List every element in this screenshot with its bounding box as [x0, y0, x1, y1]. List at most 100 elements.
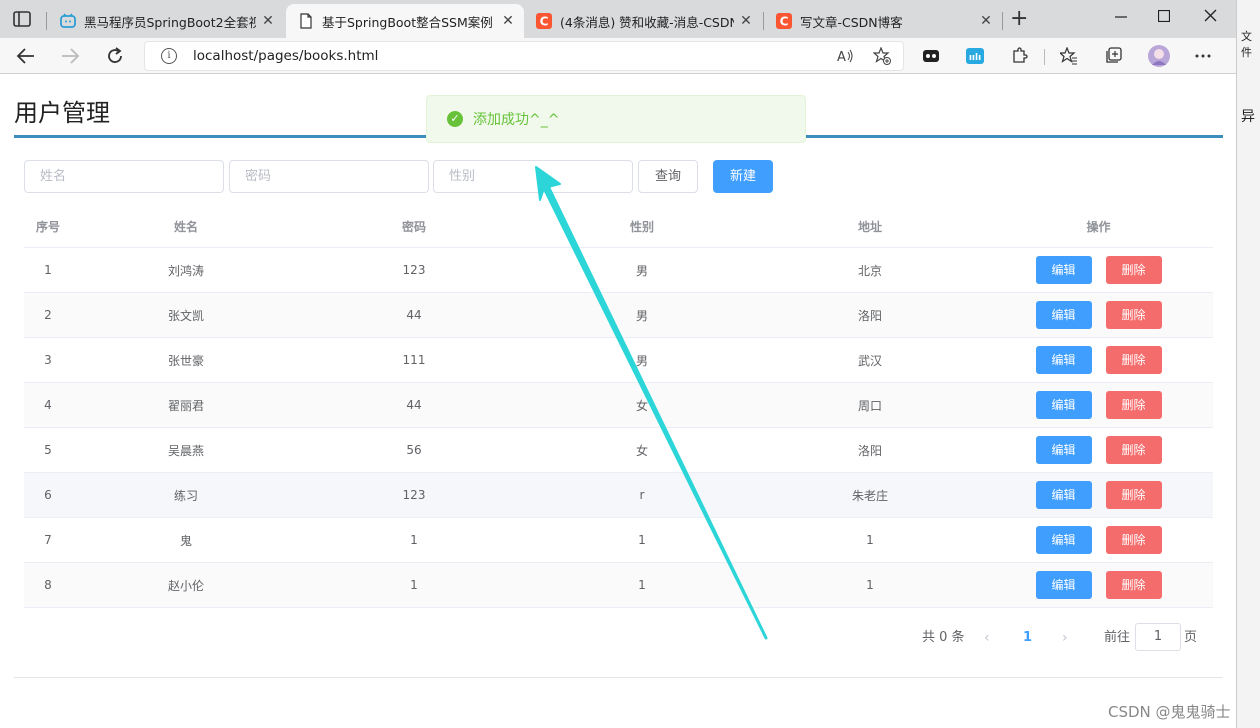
back-icon[interactable] [16, 47, 36, 65]
table-header: 序号 姓名 密码 性别 地址 操作 [24, 205, 1213, 248]
tab-actions-icon[interactable] [12, 10, 32, 28]
edit-button[interactable]: 编辑 [1035, 436, 1092, 464]
side-label-mid: 异 [1241, 109, 1255, 125]
cell-name: 吴晨燕 [167, 443, 204, 458]
check-circle-icon: ✓ [447, 111, 463, 127]
cell-index: 1 [44, 263, 52, 277]
cell-actions: 编辑 删除 [984, 518, 1213, 562]
cell-actions: 编辑 删除 [984, 293, 1213, 337]
extensions-icon[interactable] [1010, 47, 1028, 65]
edit-button[interactable]: 编辑 [1035, 346, 1092, 374]
favorites-icon[interactable] [1060, 47, 1078, 65]
success-toast: ✓ 添加成功^_^ [426, 95, 806, 143]
tab-close-icon[interactable]: ✕ [978, 13, 994, 29]
cell-password: 56 [406, 443, 422, 457]
tab-springboot-video[interactable]: 黑马程序员SpringBoot2全套视频 ✕ [48, 4, 284, 38]
cell-index: 4 [44, 398, 52, 412]
delete-button[interactable]: 删除 [1105, 256, 1162, 284]
address-url[interactable]: localhost/pages/books.html [193, 48, 378, 64]
table-row: 7 鬼 1 1 1 编辑 删除 [24, 518, 1213, 563]
gender-search-input[interactable] [433, 160, 633, 193]
delete-button[interactable]: 删除 [1105, 346, 1162, 374]
tab-close-icon[interactable]: ✕ [500, 13, 516, 29]
site-info-icon[interactable]: i [161, 48, 177, 64]
tab-ssm-case[interactable]: 基于SpringBoot整合SSM案例 ✕ [286, 4, 524, 38]
toast-message: 添加成功^_^ [473, 112, 560, 128]
tracking-icon[interactable] [922, 47, 940, 65]
query-button[interactable]: 查询 [638, 160, 698, 193]
delete-button[interactable]: 删除 [1105, 571, 1162, 599]
tab-csdn-write[interactable]: C 写文章-CSDN博客 ✕ [764, 4, 1002, 38]
new-tab-icon[interactable]: + [1010, 6, 1028, 31]
add-favorite-icon[interactable] [873, 47, 891, 65]
cell-password: 44 [406, 308, 422, 322]
maximize-icon[interactable] [1158, 10, 1170, 22]
svg-text:C: C [780, 15, 789, 29]
cell-password: 111 [402, 353, 426, 367]
cell-address: 1 [866, 578, 874, 592]
edit-button[interactable]: 编辑 [1035, 481, 1092, 509]
cell-gender: 男 [635, 308, 648, 323]
pagination-total: 共 0 条 [922, 630, 965, 645]
cell-index: 7 [44, 533, 52, 547]
tab-close-icon[interactable]: ✕ [260, 13, 276, 29]
edit-button[interactable]: 编辑 [1035, 391, 1092, 419]
cell-index: 3 [44, 353, 52, 367]
header-actions: 操作 [1086, 219, 1111, 234]
bilibili-favicon-icon [60, 13, 76, 28]
cell-password: 1 [410, 533, 418, 547]
cell-name: 练习 [173, 488, 198, 503]
edit-button[interactable]: 编辑 [1035, 571, 1092, 599]
goto-prefix: 前往 [1104, 630, 1131, 645]
tab-title: 基于SpringBoot整合SSM案例 [322, 14, 493, 30]
window-close-icon[interactable] [1204, 9, 1217, 22]
forward-icon[interactable] [60, 47, 80, 65]
edit-button[interactable]: 编辑 [1035, 301, 1092, 329]
cell-password: 123 [402, 263, 426, 277]
delete-button[interactable]: 删除 [1105, 526, 1162, 554]
minimize-icon[interactable] [1114, 10, 1128, 24]
delete-button[interactable]: 删除 [1105, 391, 1162, 419]
cell-gender: 女 [635, 398, 648, 413]
current-page[interactable]: 1 [1023, 623, 1032, 653]
tab-csdn-messages[interactable]: C (4条消息) 赞和收藏-消息-CSDN ✕ [524, 4, 762, 38]
extension-bili-icon[interactable]: ıılı [966, 47, 984, 65]
header-index: 序号 [35, 219, 60, 234]
delete-button[interactable]: 删除 [1105, 301, 1162, 329]
cell-gender: 1 [638, 533, 646, 547]
prev-page-icon[interactable]: ‹ [984, 623, 990, 653]
header-password: 密码 [401, 219, 426, 234]
tab-separator [1002, 12, 1003, 30]
edit-button[interactable]: 编辑 [1035, 256, 1092, 284]
new-button[interactable]: 新建 [713, 160, 773, 193]
table-row: 1 刘鸿涛 123 男 北京 编辑 删除 [24, 248, 1213, 293]
read-aloud-icon[interactable]: A [837, 48, 855, 64]
cell-gender: 男 [635, 263, 648, 278]
user-table: 序号 姓名 密码 性别 地址 操作 1 刘鸿涛 123 男 北京 编辑 删除 2… [24, 205, 1213, 608]
header-gender: 性别 [629, 219, 654, 234]
edit-button[interactable]: 编辑 [1035, 526, 1092, 554]
side-label-top: 文件 [1241, 30, 1252, 59]
address-bar[interactable]: i localhost/pages/books.html A [144, 41, 904, 71]
cell-address: 朱老庄 [851, 488, 888, 503]
tab-title: 写文章-CSDN博客 [800, 14, 903, 30]
goto-page-input[interactable]: 1 [1135, 623, 1181, 651]
delete-button[interactable]: 删除 [1105, 481, 1162, 509]
password-search-input[interactable] [229, 160, 429, 193]
next-page-icon[interactable]: › [1062, 623, 1068, 653]
page-favicon-icon [300, 13, 312, 29]
profile-avatar[interactable] [1148, 45, 1170, 67]
name-search-input[interactable] [24, 160, 224, 193]
cell-address: 武汉 [857, 353, 882, 368]
cell-name: 鬼 [179, 533, 192, 548]
tab-separator [46, 12, 47, 30]
refresh-icon[interactable] [105, 46, 125, 66]
cell-index: 6 [44, 488, 52, 502]
tab-close-icon[interactable]: ✕ [738, 13, 754, 29]
more-options-icon[interactable] [1194, 47, 1212, 65]
tab-title: (4条消息) 赞和收藏-消息-CSDN [560, 14, 734, 30]
header-name: 姓名 [173, 219, 198, 234]
delete-button[interactable]: 删除 [1105, 436, 1162, 464]
collections-icon[interactable] [1104, 47, 1122, 65]
cell-name: 翟丽君 [167, 398, 204, 413]
